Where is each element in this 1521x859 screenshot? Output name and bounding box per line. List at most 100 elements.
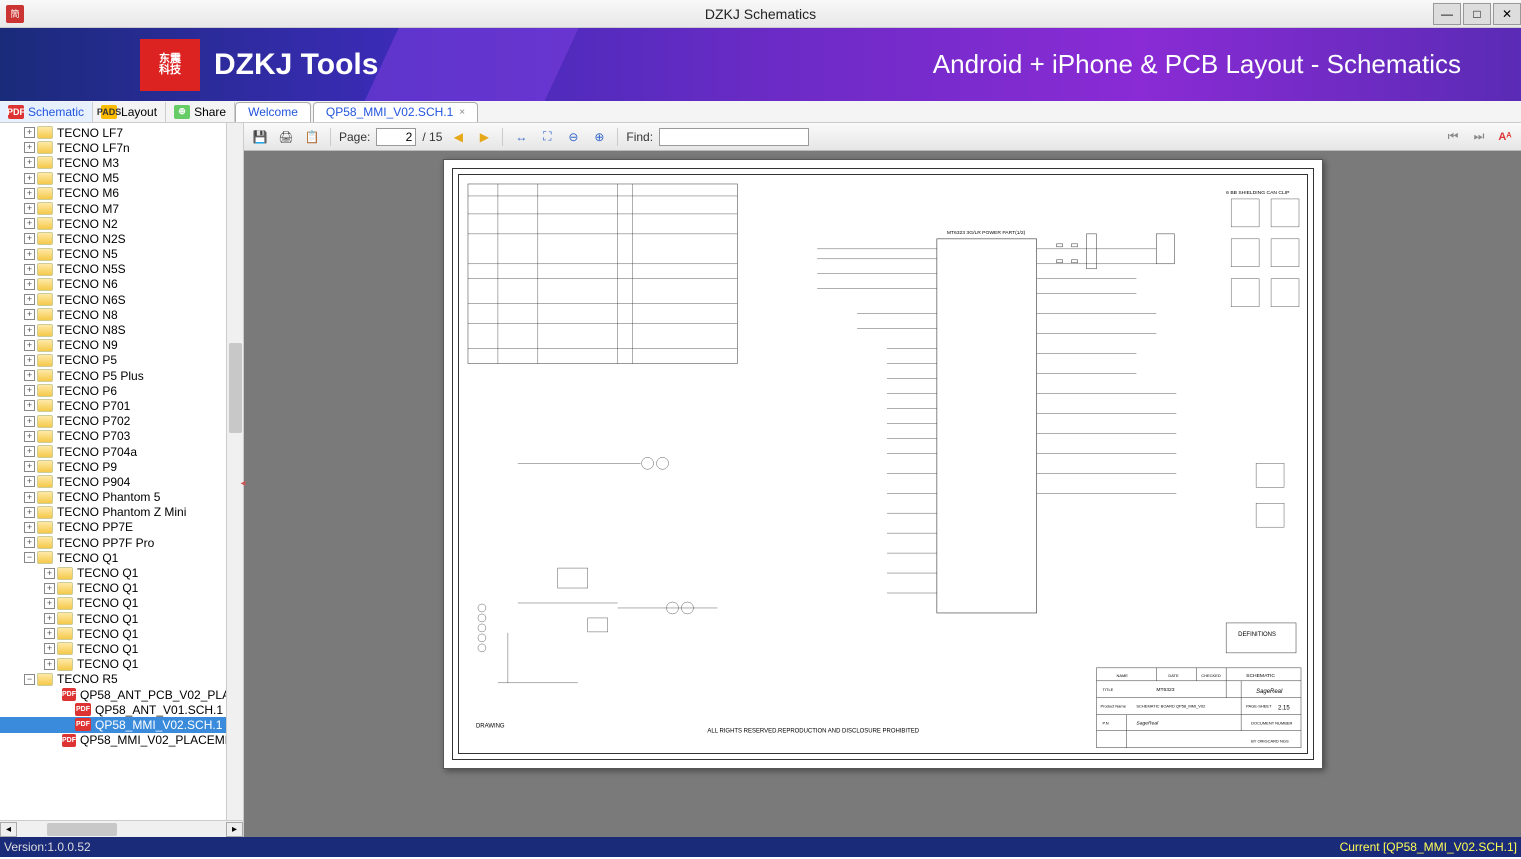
tree-folder-item[interactable]: +TECNO N2 xyxy=(0,216,243,231)
next-page-button[interactable]: ▶ xyxy=(474,127,494,147)
expand-icon[interactable]: + xyxy=(44,568,55,579)
tree-folder-item[interactable]: +TECNO P704a xyxy=(0,444,243,459)
tree-folder-item[interactable]: +TECNO Q1 xyxy=(0,565,243,580)
text-size-button[interactable]: Aᴬ xyxy=(1495,127,1515,147)
tree-folder-item[interactable]: +TECNO M5 xyxy=(0,171,243,186)
expand-icon[interactable]: + xyxy=(24,188,35,199)
expand-icon[interactable]: + xyxy=(24,325,35,336)
expand-icon[interactable]: + xyxy=(24,279,35,290)
scrollbar-thumb[interactable] xyxy=(47,823,117,836)
expand-icon[interactable]: + xyxy=(24,203,35,214)
tree-folder-item[interactable]: +TECNO N5 xyxy=(0,247,243,262)
minimize-button[interactable]: — xyxy=(1433,3,1461,25)
tree-folder-item[interactable]: +TECNO N5S xyxy=(0,262,243,277)
tree-folder-item[interactable]: +TECNO P702 xyxy=(0,414,243,429)
nav-next-button[interactable]: ⏭ xyxy=(1469,127,1489,147)
tree-folder-item[interactable]: +TECNO Q1 xyxy=(0,596,243,611)
tree-folder-item[interactable]: +TECNO Q1 xyxy=(0,611,243,626)
tree-folder-item[interactable]: +TECNO P5 Plus xyxy=(0,368,243,383)
tree-folder-item[interactable]: +TECNO Q1 xyxy=(0,657,243,672)
expand-icon[interactable]: + xyxy=(24,309,35,320)
fit-width-button[interactable]: ↔ xyxy=(511,127,531,147)
tree-folder-item[interactable]: +TECNO N2S xyxy=(0,231,243,246)
find-input[interactable] xyxy=(659,128,809,146)
expand-icon[interactable]: − xyxy=(24,552,35,563)
tree-folder-item[interactable]: +TECNO P9 xyxy=(0,459,243,474)
copy-button[interactable]: 📋 xyxy=(302,127,322,147)
expand-icon[interactable]: + xyxy=(24,127,35,138)
expand-icon[interactable]: + xyxy=(24,249,35,260)
expand-icon[interactable]: + xyxy=(44,643,55,654)
tree-file-item[interactable]: PDFQP58_ANT_PCB_V02_PLACEMEN xyxy=(0,687,243,702)
tree-folder-item[interactable]: +TECNO N6 xyxy=(0,277,243,292)
expand-icon[interactable]: + xyxy=(44,598,55,609)
expand-icon[interactable]: + xyxy=(44,613,55,624)
tree-folder-item[interactable]: +TECNO N8 xyxy=(0,307,243,322)
tree-view[interactable]: +TECNO LF7+TECNO LF7n+TECNO M3+TECNO M5+… xyxy=(0,123,243,820)
expand-icon[interactable]: + xyxy=(44,583,55,594)
tree-folder-item[interactable]: +TECNO LF7 xyxy=(0,125,243,140)
tree-folder-item[interactable]: +TECNO PP7E xyxy=(0,520,243,535)
tree-folder-item[interactable]: +TECNO Q1 xyxy=(0,641,243,656)
tree-folder-item[interactable]: +TECNO N6S xyxy=(0,292,243,307)
prev-page-button[interactable]: ◀ xyxy=(448,127,468,147)
scrollbar-thumb[interactable] xyxy=(229,343,242,433)
zoom-in-button[interactable]: ⊕ xyxy=(589,127,609,147)
tree-folder-item[interactable]: +TECNO P5 xyxy=(0,353,243,368)
tree-folder-item[interactable]: −TECNO Q1 xyxy=(0,550,243,565)
tree-folder-item[interactable]: +TECNO P701 xyxy=(0,398,243,413)
expand-icon[interactable]: + xyxy=(24,157,35,168)
expand-icon[interactable]: + xyxy=(44,659,55,670)
tree-folder-item[interactable]: +TECNO N9 xyxy=(0,338,243,353)
fit-page-button[interactable]: ⛶ xyxy=(537,127,557,147)
expand-icon[interactable]: + xyxy=(24,446,35,457)
tree-folder-item[interactable]: +TECNO P6 xyxy=(0,383,243,398)
doc-tab[interactable]: QP58_MMI_V02.SCH.1× xyxy=(313,102,478,122)
expand-icon[interactable]: + xyxy=(24,233,35,244)
expand-icon[interactable]: + xyxy=(44,628,55,639)
expand-icon[interactable]: − xyxy=(24,674,35,685)
expand-icon[interactable]: + xyxy=(24,537,35,548)
tree-folder-item[interactable]: −TECNO R5 xyxy=(0,672,243,687)
maximize-button[interactable]: □ xyxy=(1463,3,1491,25)
tab-layout[interactable]: PADS Layout xyxy=(93,102,166,122)
tree-folder-item[interactable]: +TECNO Phantom 5 xyxy=(0,490,243,505)
scroll-left-button[interactable]: ◂ xyxy=(0,822,17,837)
nav-prev-button[interactable]: ⏮ xyxy=(1443,127,1463,147)
expand-icon[interactable]: + xyxy=(24,476,35,487)
tree-folder-item[interactable]: +TECNO M6 xyxy=(0,186,243,201)
tree-file-item[interactable]: PDFQP58_MMI_V02.SCH.1 xyxy=(0,717,243,732)
expand-icon[interactable]: + xyxy=(24,264,35,275)
tree-folder-item[interactable]: +TECNO N8S xyxy=(0,322,243,337)
zoom-out-button[interactable]: ⊖ xyxy=(563,127,583,147)
tree-folder-item[interactable]: +TECNO PP7F Pro xyxy=(0,535,243,550)
expand-icon[interactable]: + xyxy=(24,173,35,184)
tab-schematic[interactable]: PDF Schematic xyxy=(0,102,93,122)
tree-folder-item[interactable]: +TECNO Q1 xyxy=(0,626,243,641)
close-icon[interactable]: × xyxy=(459,107,465,118)
splitter-handle[interactable] xyxy=(239,463,247,503)
scroll-right-button[interactable]: ▸ xyxy=(226,822,243,837)
expand-icon[interactable]: + xyxy=(24,218,35,229)
tree-folder-item[interactable]: +TECNO Phantom Z Mini xyxy=(0,505,243,520)
print-button[interactable]: 🖨 xyxy=(276,127,296,147)
tree-folder-item[interactable]: +TECNO P904 xyxy=(0,474,243,489)
tree-folder-item[interactable]: +TECNO LF7n xyxy=(0,140,243,155)
expand-icon[interactable]: + xyxy=(24,492,35,503)
tree-folder-item[interactable]: +TECNO P703 xyxy=(0,429,243,444)
tree-file-item[interactable]: PDFQP58_MMI_V02_PLACEMENT xyxy=(0,733,243,748)
expand-icon[interactable]: + xyxy=(24,522,35,533)
expand-icon[interactable]: + xyxy=(24,370,35,381)
expand-icon[interactable]: + xyxy=(24,461,35,472)
tree-folder-item[interactable]: +TECNO M3 xyxy=(0,155,243,170)
expand-icon[interactable]: + xyxy=(24,355,35,366)
expand-icon[interactable]: + xyxy=(24,294,35,305)
save-button[interactable]: 💾 xyxy=(250,127,270,147)
expand-icon[interactable]: + xyxy=(24,507,35,518)
doc-tab[interactable]: Welcome xyxy=(235,102,311,122)
page-canvas[interactable]: MT6323 3G/LR POWER PART(1/2) xyxy=(244,151,1521,837)
expand-icon[interactable]: + xyxy=(24,385,35,396)
expand-icon[interactable]: + xyxy=(24,400,35,411)
tree-file-item[interactable]: PDFQP58_ANT_V01.SCH.1 xyxy=(0,702,243,717)
tree-folder-item[interactable]: +TECNO M7 xyxy=(0,201,243,216)
